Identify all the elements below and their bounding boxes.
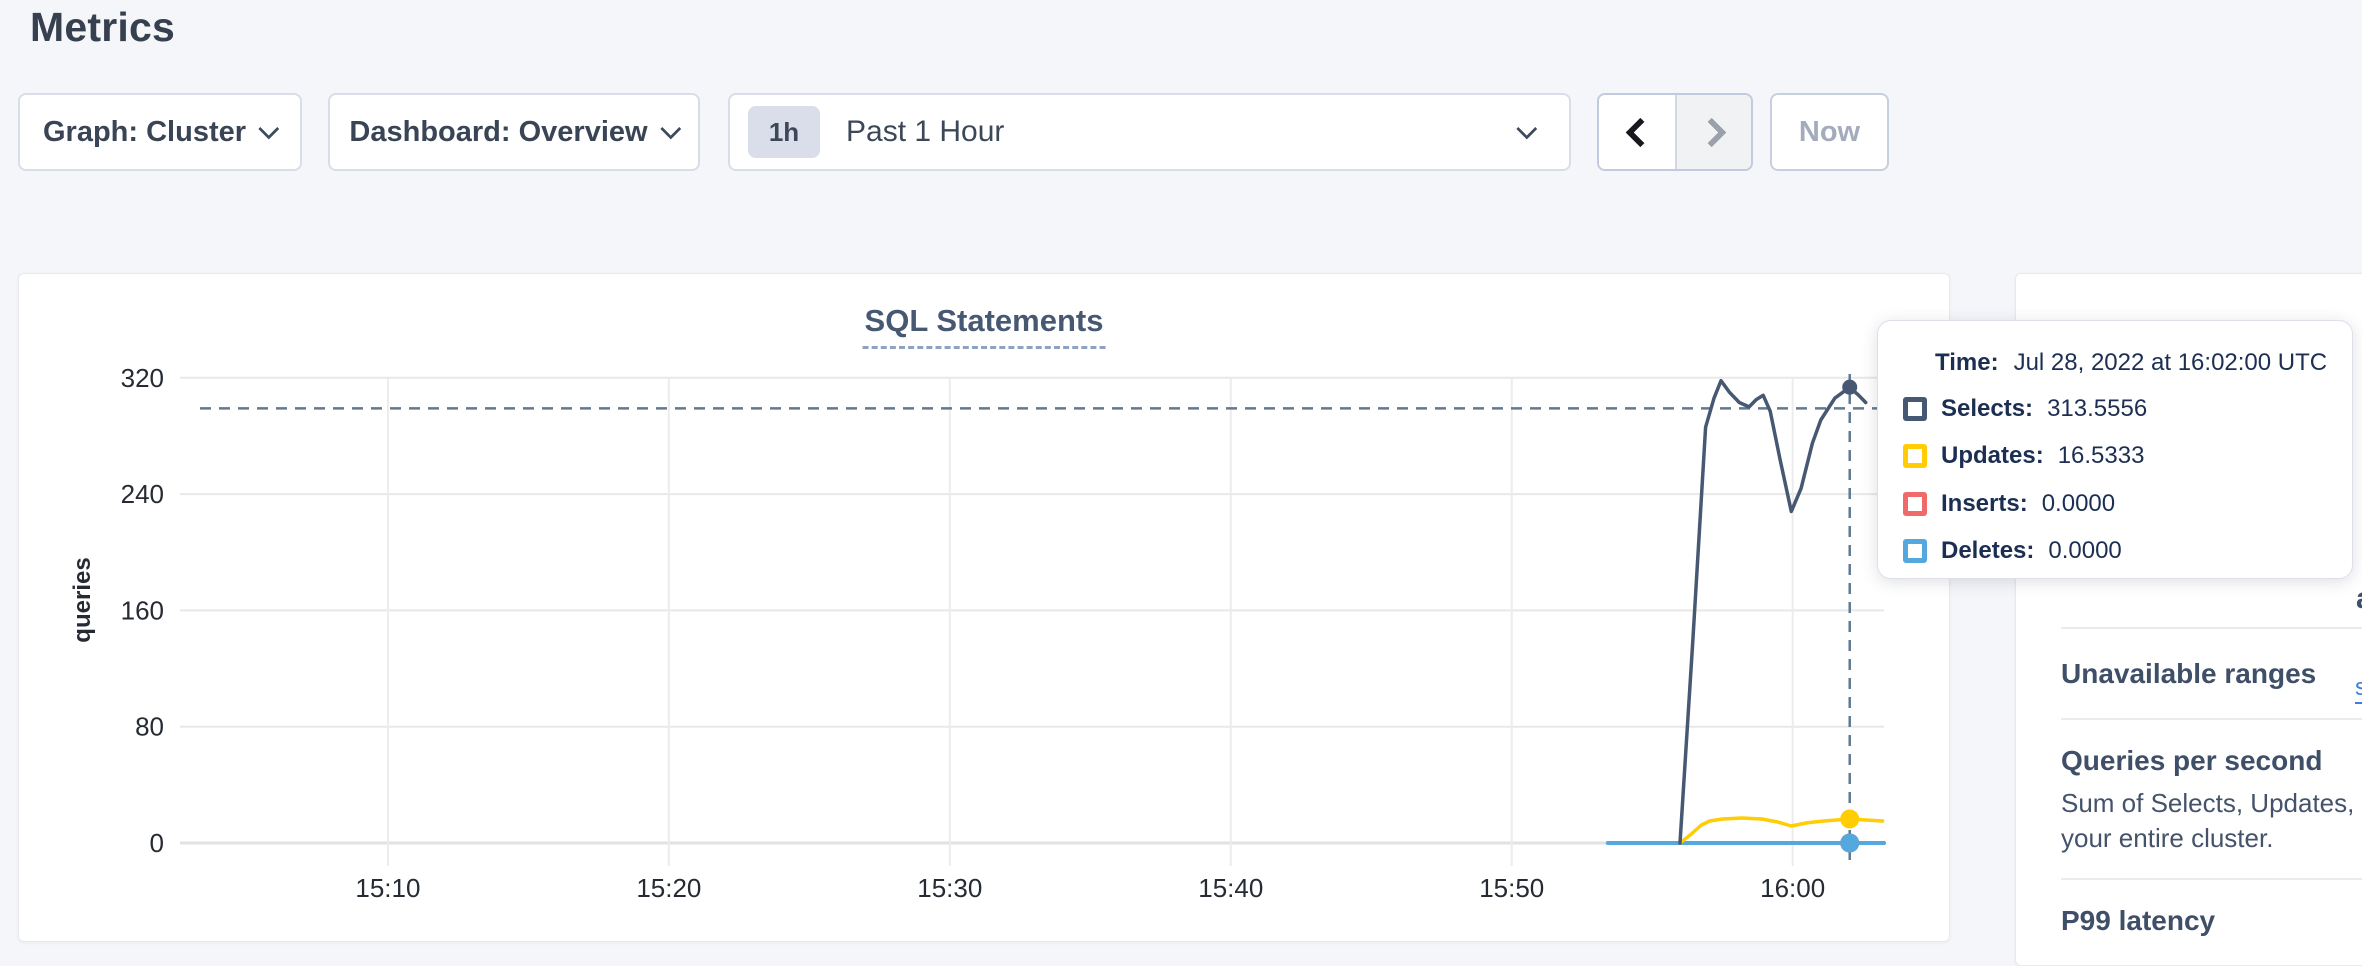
selects-swatch-icon: [1903, 397, 1927, 421]
cutoff-text-fragment: a: [2356, 582, 2362, 616]
tooltip-series-value: 16.5333: [2058, 442, 2145, 470]
tooltip-time-row: Time: Jul 28, 2022 at 16:02:00 UTC: [1935, 349, 2327, 377]
chevron-right-icon: [1696, 117, 1726, 147]
sidebar-heading-queries-per-second: Queries per second: [2061, 745, 2322, 777]
sidebar-heading-p99-latency: P99 latency: [2061, 905, 2215, 937]
time-range-label: Past 1 Hour: [846, 115, 1004, 149]
chart-plot-area[interactable]: [180, 356, 1884, 866]
prev-time-button[interactable]: [1599, 95, 1675, 169]
tooltip-series-label: Selects:: [1941, 395, 2033, 423]
now-button[interactable]: Now: [1770, 93, 1889, 171]
sidebar-heading-unavailable-ranges: Unavailable ranges: [2061, 658, 2316, 690]
updates-swatch-icon: [1903, 444, 1927, 468]
time-step-button-group: [1597, 93, 1753, 171]
chevron-down-icon: [258, 118, 279, 139]
tooltip-series-label: Inserts:: [1941, 490, 2028, 518]
graph-scope-dropdown-label: Graph: Cluster: [43, 116, 246, 149]
tooltip-series-value: 313.5556: [2047, 395, 2147, 423]
chevron-down-icon: [660, 118, 681, 139]
tooltip-row-deletes: Deletes: 0.0000: [1903, 537, 2122, 565]
tooltip-series-label: Deletes:: [1941, 537, 2034, 565]
tooltip-row-inserts: Inserts: 0.0000: [1903, 490, 2115, 518]
page-title: Metrics: [30, 4, 175, 51]
inserts-swatch-icon: [1903, 492, 1927, 516]
divider: [2061, 878, 2362, 880]
divider: [2061, 627, 2362, 629]
metrics-page: { "page": { "title": "Metrics", "backgro…: [0, 0, 2362, 966]
deletes-swatch-icon: [1903, 539, 1927, 563]
tooltip-series-label: Updates:: [1941, 442, 2044, 470]
dashboard-dropdown-label: Dashboard: Overview: [349, 116, 647, 149]
tooltip-series-value: 0.0000: [2048, 537, 2121, 565]
chevron-down-icon: [1516, 118, 1537, 139]
sidebar-description-line: Sum of Selects, Updates, Inser: [2061, 788, 2362, 819]
graph-scope-dropdown[interactable]: Graph: Cluster: [18, 93, 302, 171]
time-range-badge: 1h: [748, 106, 820, 158]
tooltip-time-label: Time:: [1935, 349, 1999, 377]
next-time-button[interactable]: [1675, 95, 1751, 169]
tooltip-row-selects: Selects: 313.5556: [1903, 395, 2147, 423]
sidebar-description-line: your entire cluster.: [2061, 823, 2273, 854]
tooltip-time-value: Jul 28, 2022 at 16:02:00 UTC: [2014, 349, 2328, 377]
dashboard-dropdown[interactable]: Dashboard: Overview: [328, 93, 700, 171]
chart-hover-tooltip: Time: Jul 28, 2022 at 16:02:00 UTC Selec…: [1877, 320, 2353, 579]
divider: [2061, 718, 2362, 720]
chart-title-link[interactable]: SQL Statements: [863, 303, 1106, 349]
time-range-dropdown[interactable]: 1h Past 1 Hour: [728, 93, 1571, 171]
chevron-left-icon: [1625, 117, 1655, 147]
tooltip-row-updates: Updates: 16.5333: [1903, 442, 2144, 470]
cutoff-link-fragment[interactable]: s: [2355, 674, 2362, 704]
tooltip-series-value: 0.0000: [2042, 490, 2115, 518]
